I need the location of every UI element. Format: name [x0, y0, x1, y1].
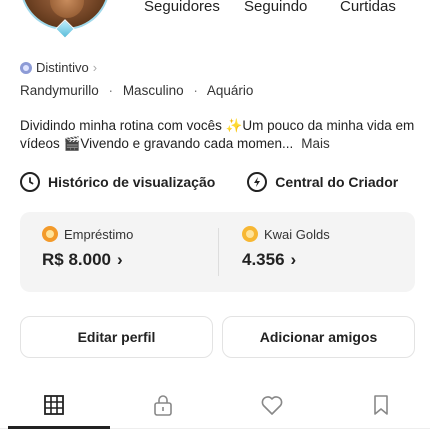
grid-icon[interactable]	[39, 390, 69, 420]
separator: ·	[193, 83, 198, 98]
badge-link[interactable]: Distintivo ›	[20, 60, 97, 75]
profile-avatar[interactable]	[14, 0, 116, 40]
bio-text: Dividindo minha rotina com vocês ✨Um pou…	[20, 118, 415, 151]
wallet-card: Empréstimo R$ 8.000 › Kwai Golds 4.356 ›	[20, 212, 415, 292]
add-friends-button[interactable]: Adicionar amigos	[222, 316, 415, 358]
history-link[interactable]: Histórico de visualização	[20, 172, 215, 192]
lightning-icon	[247, 172, 268, 192]
bio-more-link[interactable]: Mais	[301, 136, 330, 151]
loan-label: Empréstimo	[64, 226, 134, 242]
followers-label[interactable]: Seguidores	[144, 0, 220, 15]
heart-icon[interactable]	[257, 390, 287, 420]
quick-links: Histórico de visualização Central do Cri…	[20, 172, 398, 192]
avatar-face	[50, 0, 84, 18]
clock-icon	[20, 172, 40, 192]
history-label: Histórico de visualização	[48, 174, 216, 190]
profile-tabs	[0, 386, 430, 430]
gender: Masculino	[122, 83, 184, 98]
wallet-divider	[218, 228, 219, 276]
zodiac-sign: Aquário	[206, 83, 254, 98]
lock-icon[interactable]	[148, 390, 178, 420]
creator-center-link[interactable]: Central do Criador	[247, 172, 398, 192]
active-tab-indicator	[8, 426, 110, 429]
badge-label: Distintivo	[36, 60, 89, 75]
likes-label[interactable]: Curtidas	[340, 0, 396, 15]
chevron-right-icon: ›	[117, 250, 123, 269]
golds-section[interactable]: Kwai Golds 4.356 ›	[242, 226, 330, 270]
following-label[interactable]: Seguindo	[244, 0, 307, 15]
bio: Dividindo minha rotina com vocês ✨Um pou…	[20, 117, 420, 153]
edit-profile-button[interactable]: Editar perfil	[20, 316, 213, 358]
golds-coin-icon	[242, 226, 258, 242]
bookmark-icon[interactable]	[366, 390, 396, 420]
profile-info-line: Randymurillo · Masculino · Aquário	[20, 83, 253, 98]
loan-value: R$ 8.000	[42, 250, 111, 269]
chevron-right-icon: ›	[290, 250, 297, 269]
loan-section[interactable]: Empréstimo R$ 8.000 ›	[42, 226, 133, 270]
chevron-right-icon: ›	[92, 60, 98, 75]
golds-label: Kwai Golds	[264, 226, 330, 242]
loan-coin-icon	[42, 226, 58, 242]
username: Randymurillo	[20, 83, 99, 98]
golds-value: 4.356	[242, 250, 285, 269]
separator: ·	[108, 83, 114, 98]
creator-center-label: Central do Criador	[275, 174, 399, 190]
badge-icon	[20, 61, 32, 74]
